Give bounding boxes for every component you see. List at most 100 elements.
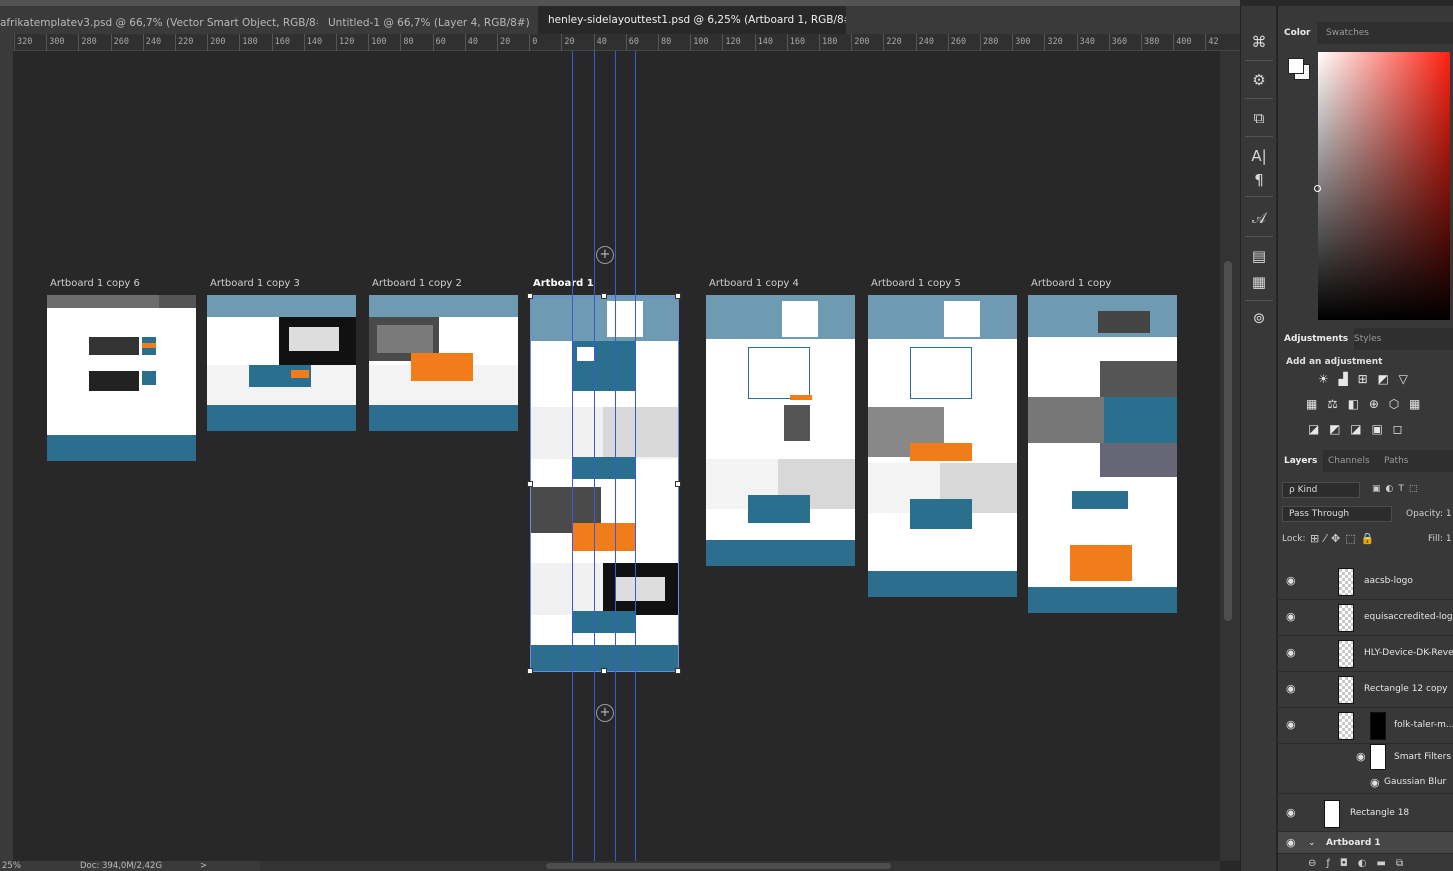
- zoom-level[interactable]: 25%: [2, 861, 21, 871]
- transform-handle[interactable]: [527, 481, 533, 487]
- transform-handle[interactable]: [675, 293, 681, 299]
- foreground-color-swatch[interactable]: [1288, 58, 1304, 74]
- right-panels: Color Swatches Adjustments Styles Add an…: [1277, 6, 1453, 871]
- adjustment-icons-row-2[interactable]: ▦ ⚖ ◧ ⊕ ⬡ ▦: [1306, 397, 1423, 415]
- filter-row[interactable]: ◉ Gaussian Blur: [1278, 772, 1453, 794]
- artboard-label-copy-2[interactable]: Artboard 1 copy 2: [372, 278, 462, 289]
- lock-icons[interactable]: ⊞⁄✥⬚🔒: [1310, 532, 1379, 545]
- transform-handle[interactable]: [675, 481, 681, 487]
- eye-icon[interactable]: ◉: [1286, 682, 1296, 695]
- layer-row[interactable]: ◉ aacsb-logo: [1278, 564, 1453, 600]
- ruler-tick-mark: [786, 34, 788, 51]
- tab-swatches[interactable]: Swatches: [1320, 22, 1375, 44]
- adjustment-icons-row-3[interactable]: ◪ ◩ ◪ ▣ ◻: [1308, 422, 1406, 440]
- ruler-tick-label: 280: [983, 37, 999, 47]
- fill-label[interactable]: Fill: 1: [1428, 534, 1452, 544]
- transform-handle[interactable]: [601, 293, 607, 299]
- horizontal-scroll-thumb[interactable]: [546, 863, 891, 869]
- eye-icon[interactable]: ◉: [1286, 574, 1296, 587]
- add-artboard-top-icon[interactable]: +: [596, 246, 614, 264]
- layer-row[interactable]: ◉ Rectangle 18: [1278, 796, 1453, 832]
- artboard-label-copy-3[interactable]: Artboard 1 copy 3: [210, 278, 300, 289]
- history-icon[interactable]: ⌘: [1245, 30, 1273, 54]
- guide-line[interactable]: [635, 51, 636, 861]
- guide-line[interactable]: [594, 51, 595, 861]
- vertical-scroll-thumb[interactable]: [1224, 261, 1232, 621]
- layer-row[interactable]: ◉ equisaccredited-logo: [1278, 600, 1453, 636]
- transform-handle[interactable]: [527, 293, 533, 299]
- transform-handle[interactable]: [601, 668, 607, 674]
- tab-styles[interactable]: Styles: [1348, 328, 1387, 350]
- artboard-label-copy-4[interactable]: Artboard 1 copy 4: [709, 278, 799, 289]
- artboard-label-copy[interactable]: Artboard 1 copy: [1031, 278, 1111, 289]
- artboard-label-copy-5[interactable]: Artboard 1 copy 5: [871, 278, 961, 289]
- artboard-copy[interactable]: [1028, 295, 1177, 613]
- paragraph-icon[interactable]: ¶: [1245, 168, 1273, 192]
- tab-afrikatemplate[interactable]: afrikatemplatev3.psd @ 66,7% (Vector Sma…: [0, 12, 318, 34]
- disclosure-chevron-icon[interactable]: ⌄: [1308, 838, 1316, 848]
- artboard-label-artboard-1[interactable]: Artboard 1: [533, 278, 594, 289]
- ruler-tick-mark: [46, 34, 48, 51]
- status-menu-arrow-icon[interactable]: >: [200, 861, 207, 871]
- artboard-copy-2[interactable]: [369, 295, 518, 431]
- layer-thumbnail: [1338, 676, 1354, 704]
- vertical-scrollbar[interactable]: [1220, 51, 1240, 861]
- eye-icon[interactable]: ◉: [1356, 750, 1366, 763]
- layer-name: HLY-Device-DK-Rever: [1364, 648, 1453, 658]
- layer-filter-icons[interactable]: ▣◐T⬚: [1372, 484, 1422, 494]
- artboard-copy-4[interactable]: [706, 295, 855, 566]
- ruler-tick-label: 40: [467, 37, 479, 47]
- tab-color[interactable]: Color: [1278, 22, 1317, 44]
- eye-icon[interactable]: ◉: [1286, 646, 1296, 659]
- layer-row[interactable]: ◉ HLY-Device-DK-Rever: [1278, 636, 1453, 672]
- color-picker-field[interactable]: [1318, 52, 1450, 320]
- artboard-copy-6[interactable]: [47, 295, 196, 461]
- doc-size: Doc: 394,0M/2,42G: [80, 861, 163, 871]
- layer-mask-thumbnail[interactable]: [1370, 712, 1386, 740]
- properties-icon[interactable]: ⚙: [1245, 68, 1273, 92]
- layer-thumbnail: [1338, 640, 1354, 668]
- comment-icon[interactable]: ▦: [1245, 270, 1273, 294]
- artboard-copy-3[interactable]: [207, 295, 356, 431]
- eye-icon[interactable]: ◉: [1370, 776, 1380, 789]
- libraries-icon[interactable]: ⧉: [1245, 106, 1273, 130]
- blend-mode-select[interactable]: Pass Through: [1282, 506, 1392, 522]
- eye-icon[interactable]: ◉: [1286, 718, 1296, 731]
- tab-adjustments[interactable]: Adjustments: [1278, 328, 1355, 350]
- horizontal-ruler[interactable]: 320 300 280 260 240 220 200 180 160 140 120 100 80 60…: [13, 34, 1240, 51]
- ruler-tick-label: 260: [113, 37, 129, 47]
- tab-untitled-1[interactable]: Untitled-1 @ 66,7% (Layer 4, RGB/8#) *×: [328, 12, 533, 34]
- eye-icon[interactable]: ◉: [1286, 610, 1296, 623]
- creative-cloud-icon[interactable]: ⊚: [1245, 306, 1273, 330]
- guide-line[interactable]: [572, 51, 573, 861]
- artboard-group-row[interactable]: ◉ ⌄ Artboard 1: [1278, 832, 1453, 854]
- layer-row[interactable]: ◉ folk-taler-m...: [1278, 708, 1453, 744]
- layer-name: Gaussian Blur: [1384, 777, 1447, 787]
- transform-handle[interactable]: [527, 668, 533, 674]
- glyphs-icon[interactable]: 𝒜: [1245, 206, 1273, 230]
- artboard-label-copy-6[interactable]: Artboard 1 copy 6: [50, 278, 140, 289]
- smart-filters-row[interactable]: ◉ Smart Filters: [1278, 744, 1453, 770]
- notes-icon[interactable]: ▤: [1245, 244, 1273, 268]
- character-icon[interactable]: A|: [1245, 144, 1273, 168]
- ruler-tick-label: 0: [532, 37, 538, 47]
- tab-paths[interactable]: Paths: [1378, 450, 1414, 472]
- layer-filter-kind[interactable]: ρ Kind: [1282, 482, 1360, 498]
- tab-layers[interactable]: Layers: [1278, 450, 1324, 472]
- tab-channels[interactable]: Channels: [1322, 450, 1376, 472]
- adjustment-icons-row-1[interactable]: ☀ ▟ ⊞ ◩ ▽: [1318, 372, 1411, 390]
- layer-name: Smart Filters: [1394, 752, 1452, 762]
- eye-icon[interactable]: ◉: [1286, 836, 1296, 849]
- layer-row[interactable]: ◉ Rectangle 12 copy: [1278, 672, 1453, 708]
- add-artboard-bottom-icon[interactable]: +: [596, 704, 614, 722]
- layers-footer-icons[interactable]: ⊖ƒ◘◐▬⧉: [1308, 858, 1413, 869]
- color-picker-cursor[interactable]: [1314, 185, 1321, 192]
- artboard-copy-5[interactable]: [868, 295, 1017, 597]
- opacity-label[interactable]: Opacity: 1: [1406, 509, 1452, 519]
- tab-henley-sidelayouttest1[interactable]: henley-sidelayouttest1.psd @ 6,25% (Artb…: [538, 6, 846, 34]
- ruler-tick-label: 400: [1176, 37, 1192, 47]
- transform-handle[interactable]: [675, 668, 681, 674]
- eye-icon[interactable]: ◉: [1286, 806, 1296, 819]
- document-canvas[interactable]: Artboard 1 copy 6 Artboard 1 copy 3 Artb…: [13, 51, 1220, 861]
- guide-line[interactable]: [615, 51, 616, 861]
